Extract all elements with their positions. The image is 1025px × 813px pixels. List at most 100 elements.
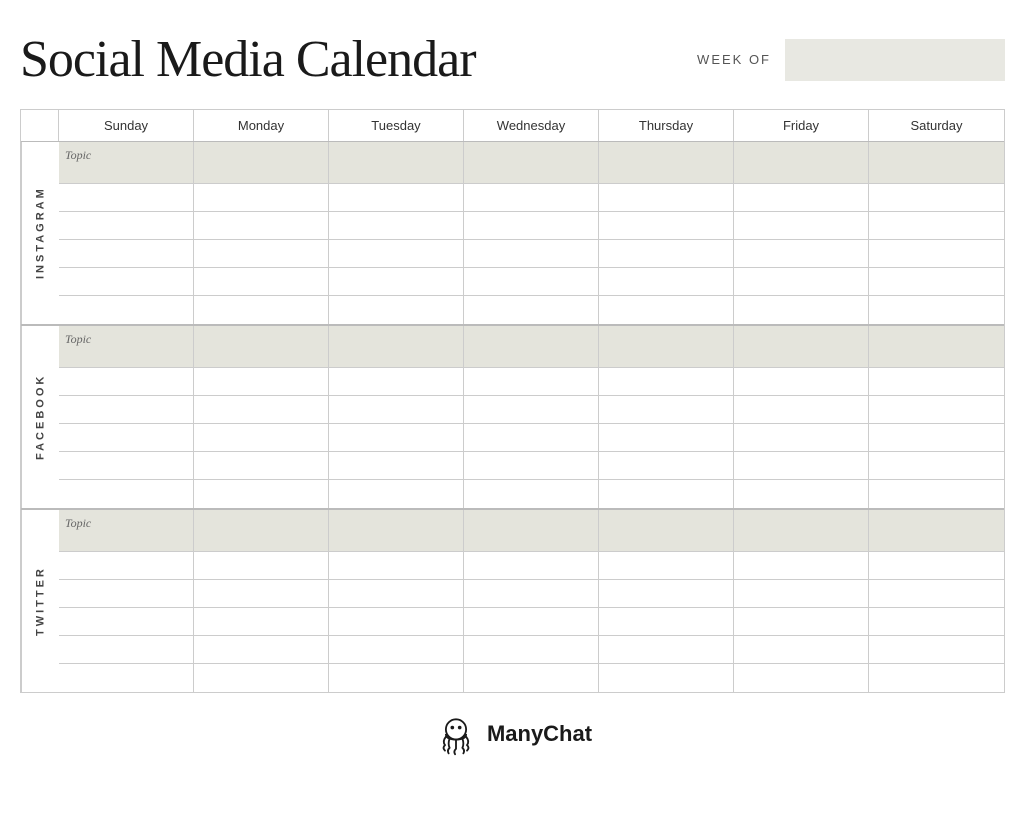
line-row[interactable] (59, 212, 193, 240)
instagram-wednesday-topic[interactable] (464, 142, 598, 184)
line-row[interactable] (734, 664, 868, 692)
line-row[interactable] (734, 608, 868, 636)
line-row[interactable] (734, 184, 868, 212)
line-row[interactable] (329, 424, 463, 452)
line-row[interactable] (869, 424, 1004, 452)
line-row[interactable] (59, 608, 193, 636)
line-row[interactable] (329, 212, 463, 240)
line-row[interactable] (599, 184, 733, 212)
line-row[interactable] (329, 636, 463, 664)
line-row[interactable] (599, 608, 733, 636)
line-row[interactable] (194, 184, 328, 212)
line-row[interactable] (464, 608, 598, 636)
line-row[interactable] (464, 240, 598, 268)
line-row[interactable] (194, 424, 328, 452)
line-row[interactable] (59, 184, 193, 212)
line-row[interactable] (59, 240, 193, 268)
line-row[interactable] (59, 664, 193, 692)
line-row[interactable] (329, 240, 463, 268)
line-row[interactable] (869, 552, 1004, 580)
line-row[interactable] (59, 268, 193, 296)
line-row[interactable] (194, 480, 328, 508)
line-row[interactable] (599, 664, 733, 692)
instagram-monday-topic[interactable] (194, 142, 328, 184)
line-row[interactable] (59, 552, 193, 580)
line-row[interactable] (329, 552, 463, 580)
line-row[interactable] (194, 396, 328, 424)
line-row[interactable] (869, 368, 1004, 396)
facebook-monday-topic[interactable] (194, 326, 328, 368)
line-row[interactable] (464, 552, 598, 580)
line-row[interactable] (869, 608, 1004, 636)
line-row[interactable] (869, 396, 1004, 424)
line-row[interactable] (869, 636, 1004, 664)
line-row[interactable] (599, 552, 733, 580)
line-row[interactable] (59, 368, 193, 396)
facebook-wednesday-topic[interactable] (464, 326, 598, 368)
line-row[interactable] (464, 368, 598, 396)
instagram-sunday-topic[interactable]: Topic (59, 142, 193, 184)
line-row[interactable] (194, 580, 328, 608)
line-row[interactable] (329, 452, 463, 480)
line-row[interactable] (734, 452, 868, 480)
line-row[interactable] (329, 296, 463, 324)
line-row[interactable] (59, 296, 193, 324)
line-row[interactable] (869, 580, 1004, 608)
line-row[interactable] (599, 636, 733, 664)
twitter-tuesday-topic[interactable] (329, 510, 463, 552)
line-row[interactable] (329, 368, 463, 396)
line-row[interactable] (464, 268, 598, 296)
line-row[interactable] (869, 212, 1004, 240)
week-of-input[interactable] (785, 39, 1005, 81)
line-row[interactable] (194, 212, 328, 240)
line-row[interactable] (599, 480, 733, 508)
facebook-tuesday-topic[interactable] (329, 326, 463, 368)
line-row[interactable] (194, 240, 328, 268)
twitter-thursday-topic[interactable] (599, 510, 733, 552)
line-row[interactable] (599, 580, 733, 608)
line-row[interactable] (464, 636, 598, 664)
line-row[interactable] (59, 480, 193, 508)
line-row[interactable] (464, 664, 598, 692)
line-row[interactable] (734, 552, 868, 580)
twitter-monday-topic[interactable] (194, 510, 328, 552)
line-row[interactable] (869, 184, 1004, 212)
twitter-friday-topic[interactable] (734, 510, 868, 552)
facebook-sunday-topic[interactable]: Topic (59, 326, 193, 368)
line-row[interactable] (464, 396, 598, 424)
line-row[interactable] (329, 268, 463, 296)
line-row[interactable] (869, 296, 1004, 324)
line-row[interactable] (59, 452, 193, 480)
line-row[interactable] (194, 368, 328, 396)
line-row[interactable] (464, 480, 598, 508)
line-row[interactable] (329, 608, 463, 636)
twitter-sunday-topic[interactable]: Topic (59, 510, 193, 552)
line-row[interactable] (599, 212, 733, 240)
line-row[interactable] (194, 636, 328, 664)
line-row[interactable] (734, 368, 868, 396)
line-row[interactable] (464, 184, 598, 212)
instagram-saturday-topic[interactable] (869, 142, 1004, 184)
line-row[interactable] (734, 212, 868, 240)
line-row[interactable] (599, 424, 733, 452)
line-row[interactable] (194, 268, 328, 296)
line-row[interactable] (599, 452, 733, 480)
line-row[interactable] (869, 240, 1004, 268)
line-row[interactable] (464, 212, 598, 240)
line-row[interactable] (59, 396, 193, 424)
line-row[interactable] (329, 664, 463, 692)
line-row[interactable] (464, 452, 598, 480)
facebook-saturday-topic[interactable] (869, 326, 1004, 368)
line-row[interactable] (194, 664, 328, 692)
line-row[interactable] (734, 268, 868, 296)
line-row[interactable] (599, 268, 733, 296)
twitter-wednesday-topic[interactable] (464, 510, 598, 552)
line-row[interactable] (734, 636, 868, 664)
line-row[interactable] (734, 480, 868, 508)
line-row[interactable] (599, 296, 733, 324)
line-row[interactable] (59, 424, 193, 452)
instagram-friday-topic[interactable] (734, 142, 868, 184)
line-row[interactable] (599, 368, 733, 396)
twitter-saturday-topic[interactable] (869, 510, 1004, 552)
line-row[interactable] (59, 636, 193, 664)
